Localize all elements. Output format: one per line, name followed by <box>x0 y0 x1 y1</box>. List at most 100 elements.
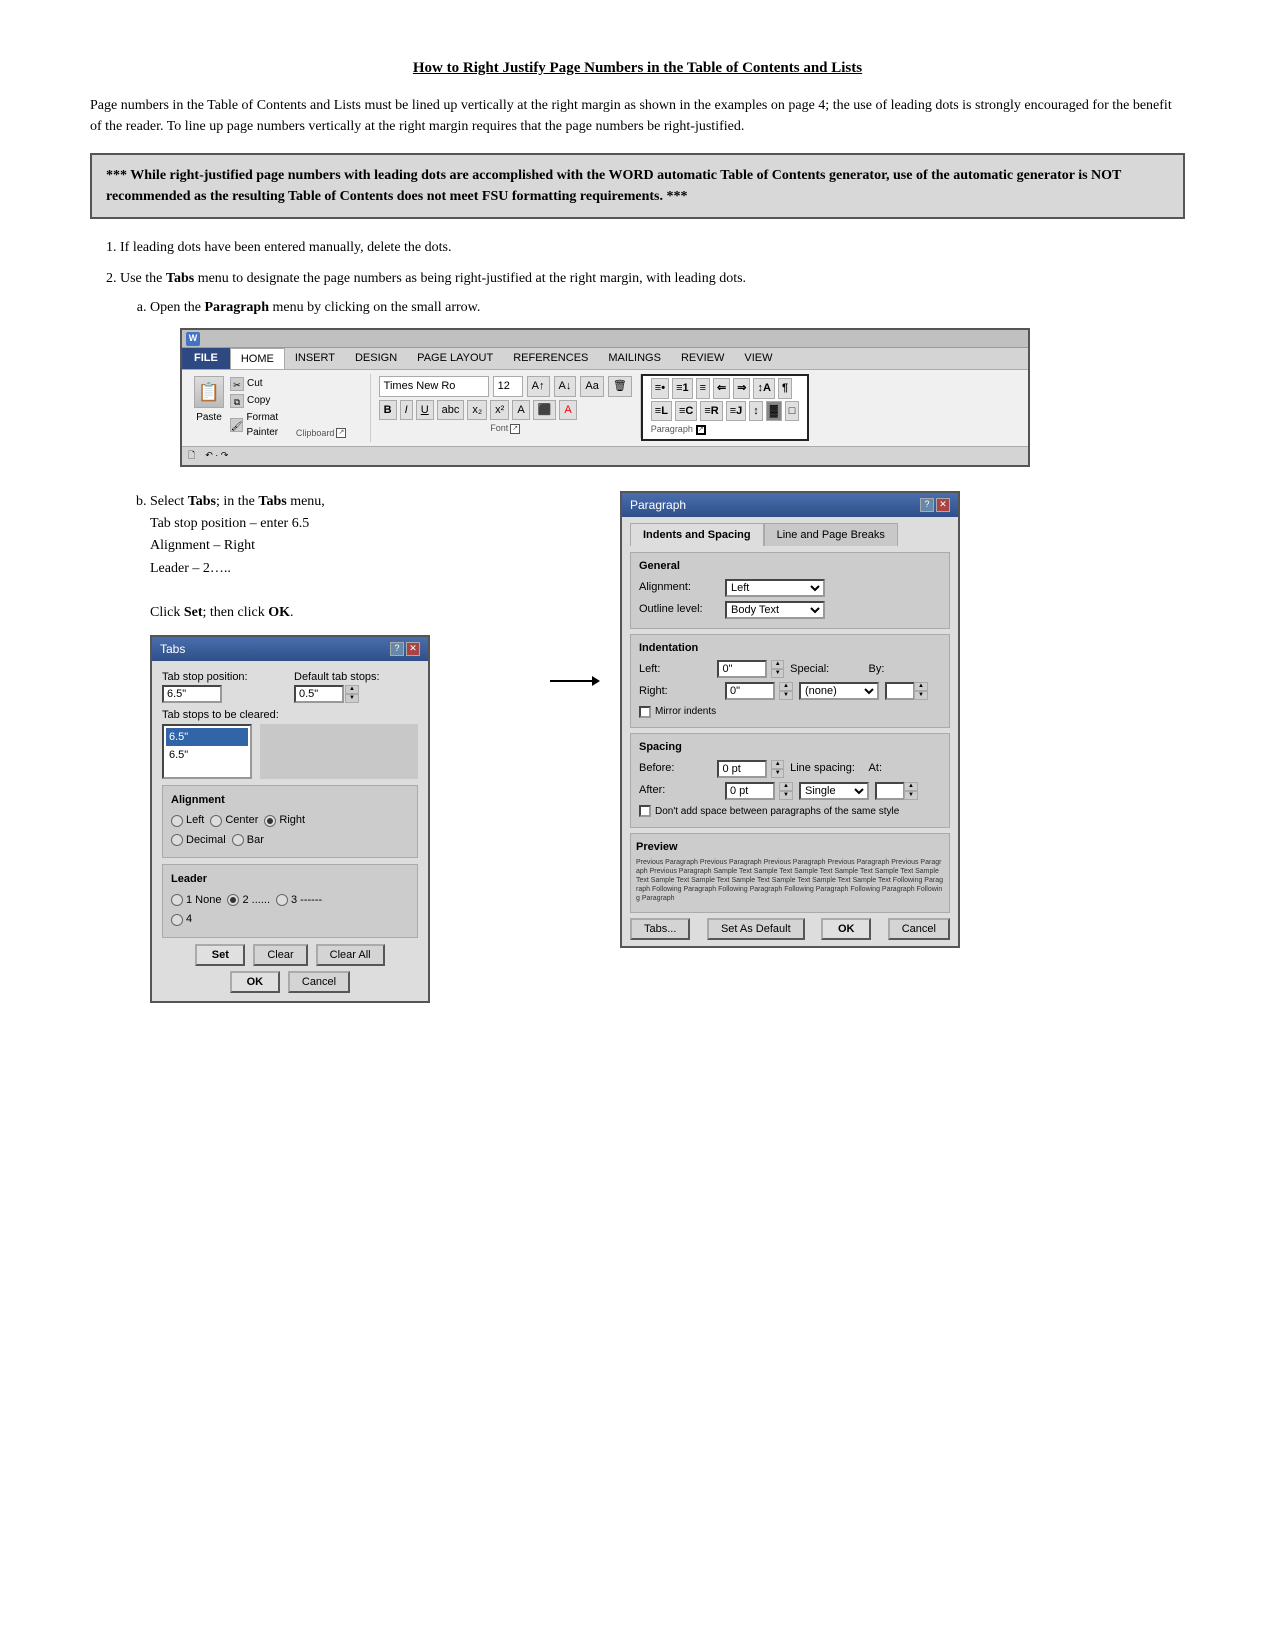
align-center-button[interactable]: ≡C <box>675 401 697 422</box>
help-icon[interactable]: ? <box>390 642 404 656</box>
change-case-button[interactable]: Aa <box>580 376 603 397</box>
font-size-selector[interactable]: 12 <box>493 376 523 397</box>
highlight-button[interactable]: ⬛ <box>533 400 557 421</box>
shrink-font-button[interactable]: A↓ <box>554 376 577 397</box>
before-input[interactable] <box>717 760 767 778</box>
para-close-icon[interactable]: ✕ <box>936 498 950 512</box>
clear-button[interactable]: Clear <box>253 944 307 966</box>
italic-button[interactable]: I <box>400 400 413 421</box>
tab-stop-input[interactable] <box>162 685 222 703</box>
clipboard-expand-icon[interactable]: ↗ <box>336 428 346 438</box>
align-left-button[interactable]: ≡L <box>651 401 672 422</box>
at-down[interactable]: ▼ <box>904 791 918 800</box>
listbox-item-1[interactable]: 6.5" <box>166 728 248 747</box>
before-up[interactable]: ▲ <box>771 760 784 769</box>
outline-select[interactable]: Body Text <box>725 601 825 619</box>
at-up[interactable]: ▲ <box>904 782 918 791</box>
font-expand-icon[interactable]: ↗ <box>510 424 520 434</box>
sort-button[interactable]: ↕A <box>753 378 774 399</box>
para-help-icon[interactable]: ? <box>920 498 934 512</box>
tab-stops-listbox[interactable]: 6.5" 6.5" <box>162 724 252 779</box>
shading-button[interactable]: ▓ <box>766 401 782 422</box>
mirror-indent-checkbox[interactable] <box>639 706 651 718</box>
alignment-select[interactable]: Left <box>725 579 825 597</box>
tab-review[interactable]: REVIEW <box>671 348 734 369</box>
font-color-button[interactable]: A <box>559 400 576 421</box>
align-decimal-radio[interactable]: Decimal <box>171 832 226 849</box>
tab-insert[interactable]: INSERT <box>285 348 345 369</box>
paragraph-expand-icon[interactable]: ↗ <box>696 425 706 435</box>
increase-indent-button[interactable]: ⇒ <box>733 378 750 399</box>
spinner-up[interactable]: ▲ <box>345 685 359 694</box>
align-center-radio[interactable]: Center <box>210 812 258 829</box>
tab-home[interactable]: HOME <box>230 348 285 369</box>
dont-add-space-checkbox[interactable] <box>639 805 651 817</box>
clear-all-button[interactable]: Clear All <box>316 944 385 966</box>
leader-none-radio[interactable]: 1 None <box>171 892 221 909</box>
set-button[interactable]: Set <box>195 944 245 966</box>
leader-4-radio[interactable]: 4 <box>171 911 192 928</box>
before-down[interactable]: ▼ <box>771 769 784 778</box>
para-ok-button[interactable]: OK <box>821 918 871 940</box>
tab-references[interactable]: REFERENCES <box>503 348 598 369</box>
font-name-selector[interactable]: Times New Ro <box>379 376 489 397</box>
tab-view[interactable]: VIEW <box>734 348 782 369</box>
leader-2-radio[interactable]: 2 ...... <box>227 892 270 909</box>
decrease-indent-button[interactable]: ⇐ <box>713 378 730 399</box>
after-input[interactable] <box>725 782 775 800</box>
left-indent-input[interactable] <box>717 660 767 678</box>
after-up[interactable]: ▲ <box>779 782 793 791</box>
multilevel-button[interactable]: ≡ <box>696 378 710 399</box>
right-up[interactable]: ▲ <box>779 682 793 691</box>
right-indent-input[interactable] <box>725 682 775 700</box>
spinner-down[interactable]: ▼ <box>345 694 359 703</box>
justify-button[interactable]: ≡J <box>726 401 747 422</box>
para-tabs-button[interactable]: Tabs... <box>630 918 690 940</box>
after-down[interactable]: ▼ <box>779 791 793 800</box>
show-marks-button[interactable]: ¶ <box>778 378 792 399</box>
line-spacing-select[interactable]: Single <box>799 782 869 800</box>
leader-3-radio[interactable]: 3 ------ <box>276 892 322 909</box>
special-select[interactable]: (none) <box>799 682 879 700</box>
by-down[interactable]: ▼ <box>914 691 928 700</box>
cut-button[interactable]: ✂ Cut <box>230 376 279 391</box>
by-input[interactable] <box>885 682 915 700</box>
left-up[interactable]: ▲ <box>771 660 784 669</box>
cancel-button[interactable]: Cancel <box>288 971 350 993</box>
align-left-radio[interactable]: Left <box>171 812 204 829</box>
borders-button[interactable]: □ <box>785 401 800 422</box>
strikethrough-button[interactable]: abc <box>437 400 465 421</box>
right-down[interactable]: ▼ <box>779 691 793 700</box>
at-input[interactable] <box>875 782 905 800</box>
bold-button[interactable]: B <box>379 400 397 421</box>
para-set-default-button[interactable]: Set As Default <box>707 918 805 940</box>
line-spacing-button[interactable]: ↕ <box>749 401 763 422</box>
tab-file[interactable]: FILE <box>182 348 230 369</box>
left-down[interactable]: ▼ <box>771 669 784 678</box>
bullets-button[interactable]: ≡• <box>651 378 669 399</box>
ok-button[interactable]: OK <box>230 971 280 993</box>
align-bar-radio[interactable]: Bar <box>232 832 264 849</box>
clear-format-button[interactable]: 🗑 <box>608 376 632 397</box>
by-up[interactable]: ▲ <box>914 682 928 691</box>
underline-button[interactable]: U <box>416 400 434 421</box>
tab-design[interactable]: DESIGN <box>345 348 407 369</box>
numbering-button[interactable]: ≡1 <box>672 378 693 399</box>
text-effects-button[interactable]: A <box>512 400 529 421</box>
align-right-radio[interactable]: Right <box>264 812 305 829</box>
format-painter-button[interactable]: 🖌 Format Painter <box>230 410 279 440</box>
superscript-button[interactable]: x² <box>490 400 509 421</box>
tab-mailings[interactable]: MAILINGS <box>598 348 671 369</box>
paste-button[interactable]: 📋 Paste <box>194 376 224 425</box>
para-cancel-button[interactable]: Cancel <box>888 918 950 940</box>
tab-page-layout[interactable]: PAGE LAYOUT <box>407 348 503 369</box>
listbox-item-2[interactable]: 6.5" <box>166 746 248 765</box>
para-tab-line-breaks[interactable]: Line and Page Breaks <box>764 523 898 547</box>
default-tab-input[interactable] <box>294 685 344 703</box>
para-tab-indents[interactable]: Indents and Spacing <box>630 523 764 547</box>
subscript-button[interactable]: x₂ <box>467 400 487 421</box>
align-right-button[interactable]: ≡R <box>700 401 722 422</box>
grow-font-button[interactable]: A↑ <box>527 376 550 397</box>
close-icon[interactable]: ✕ <box>406 642 420 656</box>
copy-button[interactable]: ⧉ Copy <box>230 393 279 408</box>
